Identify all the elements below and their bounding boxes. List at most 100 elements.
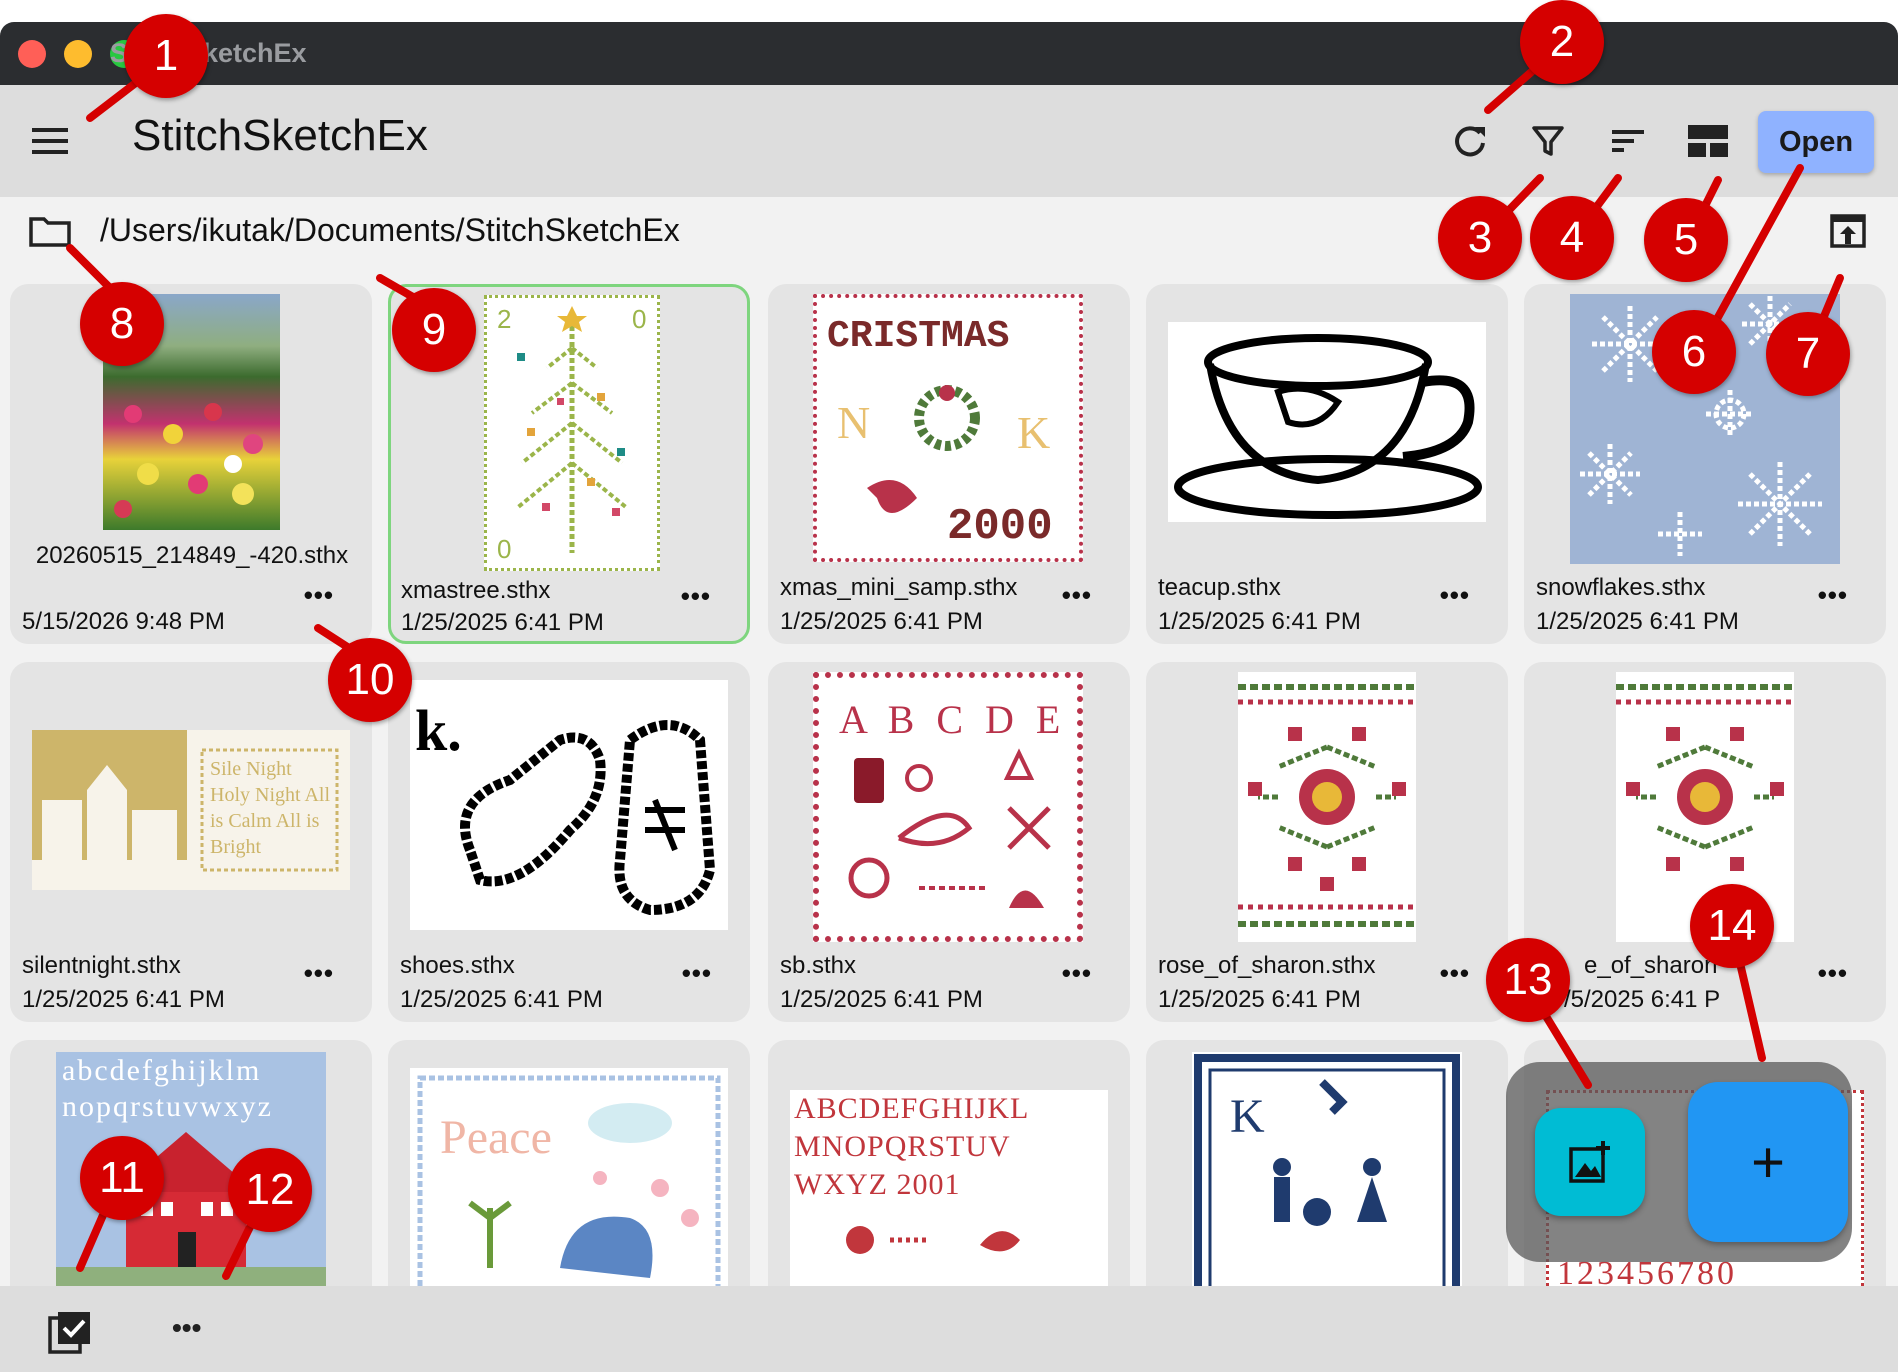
callout-marker: 1	[124, 14, 208, 98]
file-name: xmas_mini_samp.sthx	[780, 574, 1018, 601]
peace-text: Peace	[440, 1111, 552, 1164]
file-card[interactable]: rose_of_sharon.sthx 1/25/2025 6:41 PM ••…	[1146, 662, 1508, 1022]
current-path: /Users/ikutak/Documents/StitchSketchEx	[100, 212, 680, 248]
file-card[interactable]: abcdefghijklm nopqrstuvwxyz	[10, 1040, 372, 1286]
file-card[interactable]: Sile Night Holy Night All is Calm All is…	[10, 662, 372, 1022]
file-card[interactable]: Peace	[388, 1040, 750, 1286]
file-date: 1/25/2025 6:41 PM	[401, 609, 604, 636]
file-more-button[interactable]: •••	[681, 581, 711, 612]
thumbnail-xmas-mini: CRISTMAS 2000 N K	[813, 294, 1083, 562]
callout-marker: 10	[328, 638, 412, 722]
xmas-year: 2000	[947, 502, 1053, 552]
file-date: 5/15/2026 9:48 PM	[22, 608, 225, 635]
menu-button[interactable]	[28, 119, 72, 163]
folder-icon	[29, 217, 71, 247]
thumbnail-sampler: ABCDEFGHIJKL MNOPQRSTUV WXYZ 2001	[790, 1090, 1108, 1286]
file-date: 1/25/2025 6:41 PM	[1158, 608, 1361, 635]
file-name: shoes.sthx	[400, 952, 515, 979]
file-date: 1/25/2025 6:41 PM	[22, 986, 225, 1013]
file-more-button[interactable]: •••	[1062, 958, 1092, 989]
callout-marker: 9	[392, 288, 476, 372]
file-card[interactable]: A B C D E sb.sthx 1/25/2025 6:41 PM •••	[768, 662, 1130, 1022]
refresh-button[interactable]	[1444, 115, 1496, 167]
file-date: 1/25/2025 6:41 PM	[400, 986, 603, 1013]
callout-marker: 13	[1486, 938, 1570, 1022]
callout-marker: 14	[1690, 884, 1774, 968]
file-name: e_of_sharon	[1584, 952, 1718, 979]
add-photo-icon	[1569, 1141, 1610, 1183]
bottom-bar: •••	[0, 1286, 1898, 1372]
file-more-button[interactable]: •••	[1062, 580, 1092, 611]
file-name: sb.sthx	[780, 952, 857, 979]
tree-digit-tl: 2	[497, 304, 511, 334]
thumbnail-sb: A B C D E	[813, 672, 1083, 942]
thumbnail-shoes: k.	[410, 680, 728, 930]
silentnight-text: Sile Night Holy Night All is Calm All is…	[210, 758, 330, 858]
file-card[interactable]: ABCDEFGHIJKL MNOPQRSTUV WXYZ 2001	[768, 1040, 1130, 1286]
checklist-icon	[48, 1312, 90, 1354]
add-image-button[interactable]	[1535, 1108, 1645, 1216]
callout-marker: 11	[80, 1136, 164, 1220]
shoes-text: k.	[415, 698, 462, 763]
callout-marker: 6	[1652, 310, 1736, 394]
file-card[interactable]: k. shoes.sthx 1/25/2025 6:41 PM •••	[388, 662, 750, 1022]
sb-letters: A B C D E	[839, 697, 1066, 742]
file-date: 1/25/2025 6:41 PM	[1158, 986, 1361, 1013]
file-name: teacup.sthx	[1158, 574, 1281, 601]
folder-button[interactable]	[28, 211, 72, 256]
callout-marker: 12	[228, 1148, 312, 1232]
file-card[interactable]: teacup.sthx 1/25/2025 6:41 PM •••	[1146, 284, 1508, 644]
callout-marker: 3	[1438, 196, 1522, 280]
hamburger-icon	[32, 128, 68, 154]
file-card[interactable]: K T	[1146, 1040, 1508, 1286]
callout-marker: 2	[1520, 0, 1604, 84]
file-date: /5/2025 6:41 P	[1564, 986, 1721, 1013]
file-more-button[interactable]: •••	[304, 958, 334, 989]
kt-letters: K T	[1230, 1090, 1462, 1143]
callout-marker: 5	[1644, 198, 1728, 282]
window-titlebar: StitchSketchEx	[0, 22, 1898, 85]
svg-text:K: K	[1017, 407, 1050, 458]
close-window-button[interactable]	[18, 40, 46, 68]
file-date: 1/25/2025 6:41 PM	[780, 608, 983, 635]
callout-marker: 4	[1530, 196, 1614, 280]
open-button[interactable]: Open	[1758, 111, 1874, 173]
file-name: snowflakes.sthx	[1536, 574, 1706, 601]
thumbnail-rose-of-sharon	[1238, 672, 1416, 942]
svg-text:N: N	[837, 397, 870, 448]
thumbnail-xmastree: 2 0 0	[484, 295, 660, 571]
file-more-button[interactable]: •••	[304, 580, 334, 611]
thumbnail-kt-sampler: K T	[1192, 1052, 1462, 1286]
file-date: 1/25/2025 6:41 PM	[780, 986, 983, 1013]
app-title: StitchSketchEx	[132, 111, 428, 160]
app-bar: StitchSketchEx Open	[0, 85, 1898, 197]
file-more-button[interactable]: •••	[682, 958, 712, 989]
file-card[interactable]: 20260515_214849_-420.sthx 5/15/2026 9:48…	[10, 284, 372, 644]
file-card[interactable]: CRISTMAS 2000 N K xmas_mini_samp.sthx 1/…	[768, 284, 1130, 644]
minimize-window-button[interactable]	[64, 40, 92, 68]
view-layout-icon	[1688, 125, 1728, 157]
file-date: 1/25/2025 6:41 PM	[1536, 608, 1739, 635]
file-more-button[interactable]: •••	[1440, 580, 1470, 611]
upload-button[interactable]	[1828, 211, 1868, 256]
select-mode-button[interactable]	[48, 1310, 92, 1359]
xmas-text: CRISTMAS	[827, 315, 1009, 358]
callout-marker: 8	[80, 282, 164, 366]
file-name: silentnight.sthx	[22, 952, 181, 979]
sort-icon	[1612, 130, 1644, 152]
file-more-button[interactable]: •••	[1440, 958, 1470, 989]
more-options-button[interactable]: •••	[172, 1312, 201, 1344]
add-new-button[interactable]: +	[1688, 1082, 1848, 1242]
file-card[interactable]: e_of_sharon /5/2025 6:41 P •••	[1524, 662, 1886, 1022]
file-more-button[interactable]: •••	[1818, 580, 1848, 611]
filter-button[interactable]	[1522, 115, 1574, 167]
file-name: xmastree.sthx	[401, 577, 551, 604]
thumbnail-silentnight: Sile Night Holy Night All is Calm All is…	[32, 730, 350, 890]
filter-icon	[1532, 126, 1564, 156]
thumbnail-teacup	[1168, 322, 1486, 522]
upload-icon	[1830, 214, 1866, 248]
file-more-button[interactable]: •••	[1818, 958, 1848, 989]
layout-button[interactable]	[1682, 115, 1734, 167]
file-name: rose_of_sharon.sthx	[1158, 952, 1376, 979]
sort-button[interactable]	[1602, 115, 1654, 167]
